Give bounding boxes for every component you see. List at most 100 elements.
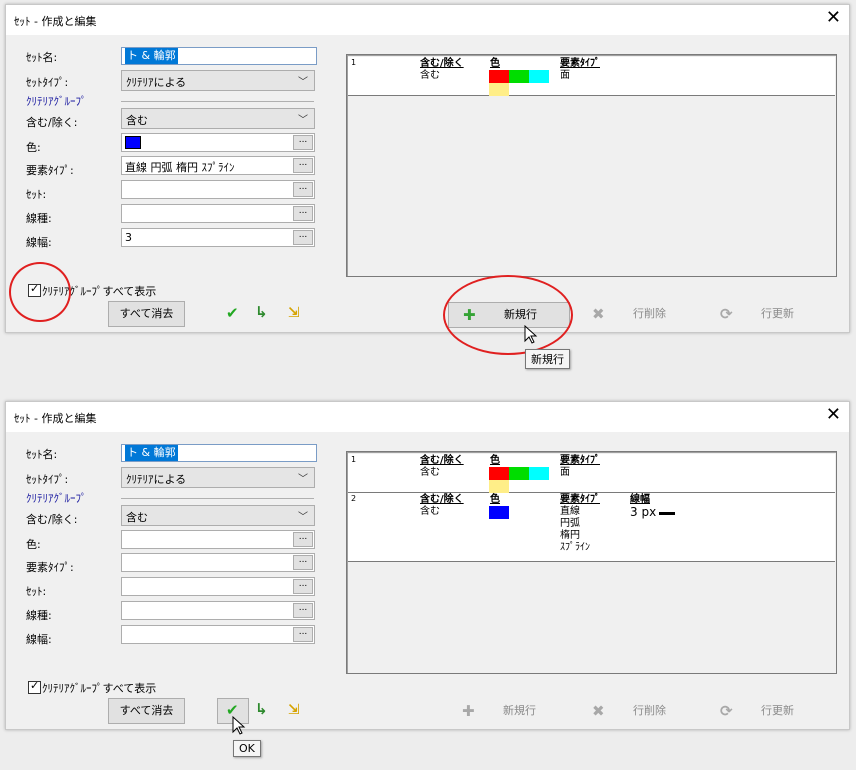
color-swatch-cyan [529,467,549,480]
set-field[interactable]: ... [121,180,315,199]
tooltip: 新規行 [525,349,570,369]
include-exclude-value: 含む [126,114,148,127]
set-type-value: ｸﾘﾃﾘｱによる [126,473,187,486]
element-type-value: 楕円 [560,530,580,541]
tooltip: OK [233,740,261,757]
show-all-label: ｸﾘﾃﾘｱｸﾞﾙｰﾌﾟすべて表示 [42,285,157,298]
line-width-label: 線幅: [26,236,52,249]
new-row-button[interactable]: ✚ 新規行 [448,699,568,723]
element-type-value: 直線 [560,506,580,517]
export-icon[interactable]: ⇲ [288,702,300,718]
element-type-field[interactable]: ... [121,553,315,572]
browse-button[interactable]: ... [293,230,313,245]
set-type-label: ｾｯﾄﾀｲﾌﾟ: [26,76,69,89]
criteria-list-panel[interactable]: 1 含む/除く 含む 色 要素ﾀｲﾌﾟ 面 [346,54,837,277]
include-exclude-label: 含む/除く: [26,513,78,526]
color-swatch-red [489,467,509,480]
delete-row-button[interactable]: ✖ 行削除 [578,699,698,723]
color-swatch [125,136,141,149]
include-exclude-value: 含む [126,511,148,524]
include-col: 含む/除く 含む [420,455,464,479]
show-all-checkbox[interactable]: ✓ [28,679,41,694]
set-label: ｾｯﾄ: [26,188,47,201]
clear-all-button[interactable]: すべて消去 [108,698,185,724]
line-type-label: 線種: [26,609,52,622]
check-icon[interactable]: ✔ [226,305,239,321]
update-row-button[interactable]: ⟳ 行更新 [706,302,826,326]
dialog-title: ｾｯﾄ - 作成と編集 [14,15,97,28]
browse-button[interactable]: ... [293,182,313,197]
plus-icon: ✚ [462,702,475,720]
include-col: 含む/除く 含む [420,58,464,82]
browse-button[interactable]: ... [293,206,313,221]
update-row-label: 行更新 [761,307,794,320]
element-type-label: 要素ﾀｲﾌﾟ: [26,164,74,177]
color-swatch-red [489,70,509,83]
set-field[interactable]: ... [121,577,315,596]
chevron-down-icon: ﹀ [298,512,308,523]
color-col: 色 [490,455,500,467]
chevron-down-icon: ﹀ [298,474,308,485]
color-swatch-green [509,467,529,480]
delete-row-button[interactable]: ✖ 行削除 [578,302,698,326]
color-swatch-blue [489,506,509,519]
line-width-field[interactable]: ... [121,625,315,644]
set-type-select[interactable]: ｸﾘﾃﾘｱによる ﹀ [121,70,315,91]
clear-all-button[interactable]: すべて消去 [108,301,185,327]
line-width-field[interactable]: 3 ... [121,228,315,247]
browse-button[interactable]: ... [293,158,313,173]
check-arrow-icon[interactable]: ↳ [255,304,268,320]
line-type-field[interactable]: ... [121,204,315,223]
list-row-1[interactable]: 1 含む/除く 含む 色 要素ﾀｲﾌﾟ 面 [348,454,835,493]
close-icon[interactable]: ✕ [826,405,841,425]
color-field[interactable]: ... [121,133,315,152]
update-row-button[interactable]: ⟳ 行更新 [706,699,826,723]
color-field[interactable]: ... [121,530,315,549]
title-bar: ｾｯﾄ - 作成と編集 ✕ [6,5,849,35]
include-exclude-select[interactable]: 含む ﹀ [121,108,315,129]
element-type-col: 要素ﾀｲﾌﾟ 面 [560,455,600,479]
include-exclude-label: 含む/除く: [26,116,78,129]
line-type-field[interactable]: ... [121,601,315,620]
include-exclude-select[interactable]: 含む ﹀ [121,505,315,526]
criteria-group-label: ｸﾘﾃﾘｱｸﾞﾙｰﾌﾟ [26,95,87,108]
color-label: 色: [26,141,41,154]
set-name-input[interactable]: ト & 輪郭 [121,444,317,462]
set-name-label: ｾｯﾄ名: [26,51,58,64]
mouse-cursor-icon [232,716,246,735]
dialog-title: ｾｯﾄ - 作成と編集 [14,412,97,425]
include-header: 含む/除く [420,58,464,69]
line-width-col: 線幅 3 px [630,494,676,520]
delete-row-label: 行削除 [633,704,666,717]
browse-button[interactable]: ... [293,135,313,150]
browse-button[interactable]: ... [293,579,313,594]
close-icon[interactable]: ✕ [826,8,841,28]
browse-button[interactable]: ... [293,627,313,642]
color-header: 色 [490,494,500,505]
browse-button[interactable]: ... [293,555,313,570]
row-number: 1 [351,455,357,464]
element-type-field[interactable]: 直線 円弧 楕円 ｽﾌﾟﾗｲﾝ ... [121,156,315,175]
browse-button[interactable]: ... [293,603,313,618]
export-icon[interactable]: ⇲ [288,305,300,321]
new-row-button[interactable]: ✚ 新規行 [448,302,570,328]
set-dialog-top: ｾｯﾄ - 作成と編集 ✕ ｾｯﾄ名: ト & 輪郭 ｾｯﾄﾀｲﾌﾟ: ｸﾘﾃﾘ… [5,4,850,333]
set-name-value: ト & 輪郭 [125,445,178,461]
x-icon: ✖ [592,305,605,323]
list-row-2[interactable]: 2 含む/除く 含む 色 要素ﾀｲﾌﾟ 直線 円弧 楕円 ｽﾌﾟﾗｲﾝ 線幅 3… [348,493,835,562]
color-swatch-green [509,70,529,83]
check-arrow-icon[interactable]: ↳ [255,701,268,717]
show-all-checkbox[interactable]: ✓ [28,282,41,297]
set-type-select[interactable]: ｸﾘﾃﾘｱによる ﹀ [121,467,315,488]
list-row-1[interactable]: 1 含む/除く 含む 色 要素ﾀｲﾌﾟ 面 [348,57,835,96]
set-name-input[interactable]: ト & 輪郭 [121,47,317,65]
chevron-down-icon: ﹀ [298,77,308,88]
color-header: 色 [490,58,500,69]
line-width-value: 3 px [630,506,676,520]
line-width-label: 線幅: [26,633,52,646]
criteria-list-panel[interactable]: 1 含む/除く 含む 色 要素ﾀｲﾌﾟ 面 2 含む/除く 含む 色 要素ﾀｲﾌ… [346,451,837,674]
browse-button[interactable]: ... [293,532,313,547]
new-row-label: 新規行 [503,704,536,717]
color-col: 色 [490,494,500,506]
element-type-value: ｽﾌﾟﾗｲﾝ [560,542,590,553]
